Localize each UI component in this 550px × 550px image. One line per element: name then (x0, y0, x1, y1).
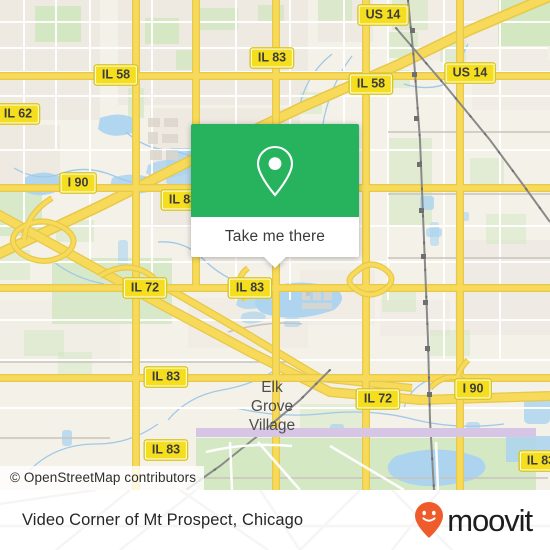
route-shield-label: IL 72 (363, 391, 393, 406)
popup-tail (264, 257, 286, 268)
route-shield: US 14 (358, 5, 408, 25)
route-shield: IL 83 (144, 367, 188, 387)
popup-action[interactable]: Take me there (191, 217, 359, 268)
route-shield-label: IL 83 (235, 280, 265, 295)
route-shield-label: I 90 (462, 381, 484, 396)
route-shield: IL 72 (356, 389, 400, 409)
route-shield-label: IL 58 (101, 67, 131, 82)
route-shield-label: IL 83 (526, 453, 550, 468)
route-shield-label: IL 62 (3, 106, 33, 121)
moovit-smiley-pin-icon (415, 502, 444, 538)
popup-action-label: Take me there (224, 228, 326, 245)
route-shield: IL 83 (228, 278, 272, 298)
svg-text:Elk: Elk (261, 379, 283, 396)
route-shield: IL 58 (94, 65, 138, 85)
route-shield: IL 83 (250, 48, 294, 68)
route-shield-label: I 90 (67, 175, 89, 190)
route-shield: I 90 (60, 173, 96, 193)
popup-header (191, 124, 359, 217)
footer-bar: Video Corner of Mt Prospect, Chicago moo… (0, 490, 550, 550)
route-shield: US 14 (445, 63, 495, 83)
route-shield-label: IL 83 (151, 442, 181, 457)
place-title: Video Corner of Mt Prospect, Chicago (22, 510, 304, 529)
route-shield-label: IL 58 (356, 76, 386, 91)
moovit-wordmark: moovit (447, 502, 533, 538)
route-shield-label: US 14 (452, 65, 488, 80)
osm-attribution[interactable]: © OpenStreetMap contributors (0, 466, 205, 490)
take-me-there-popup[interactable]: Take me there (191, 124, 359, 268)
route-shield-label: IL 83 (151, 369, 181, 384)
route-shield: IL 83 (144, 440, 188, 460)
location-pin-icon (256, 145, 294, 197)
route-shield: IL 62 (0, 104, 40, 124)
route-shield: IL 72 (123, 278, 167, 298)
route-shield-label: IL 83 (257, 50, 287, 65)
route-shield: I 90 (455, 379, 491, 399)
map-screen: Elk Grove Village US 14 IL 83 IL 58 IL 58 US… (0, 0, 550, 550)
route-shield: IL 58 (349, 74, 393, 94)
route-shield-label: US 14 (365, 7, 401, 22)
route-shield: IL 83 (519, 451, 550, 471)
svg-text:Grove: Grove (251, 398, 293, 415)
moovit-brand[interactable]: moovit (414, 501, 533, 539)
svg-text:Village: Village (249, 417, 295, 434)
route-shield-label: IL 72 (130, 280, 160, 295)
